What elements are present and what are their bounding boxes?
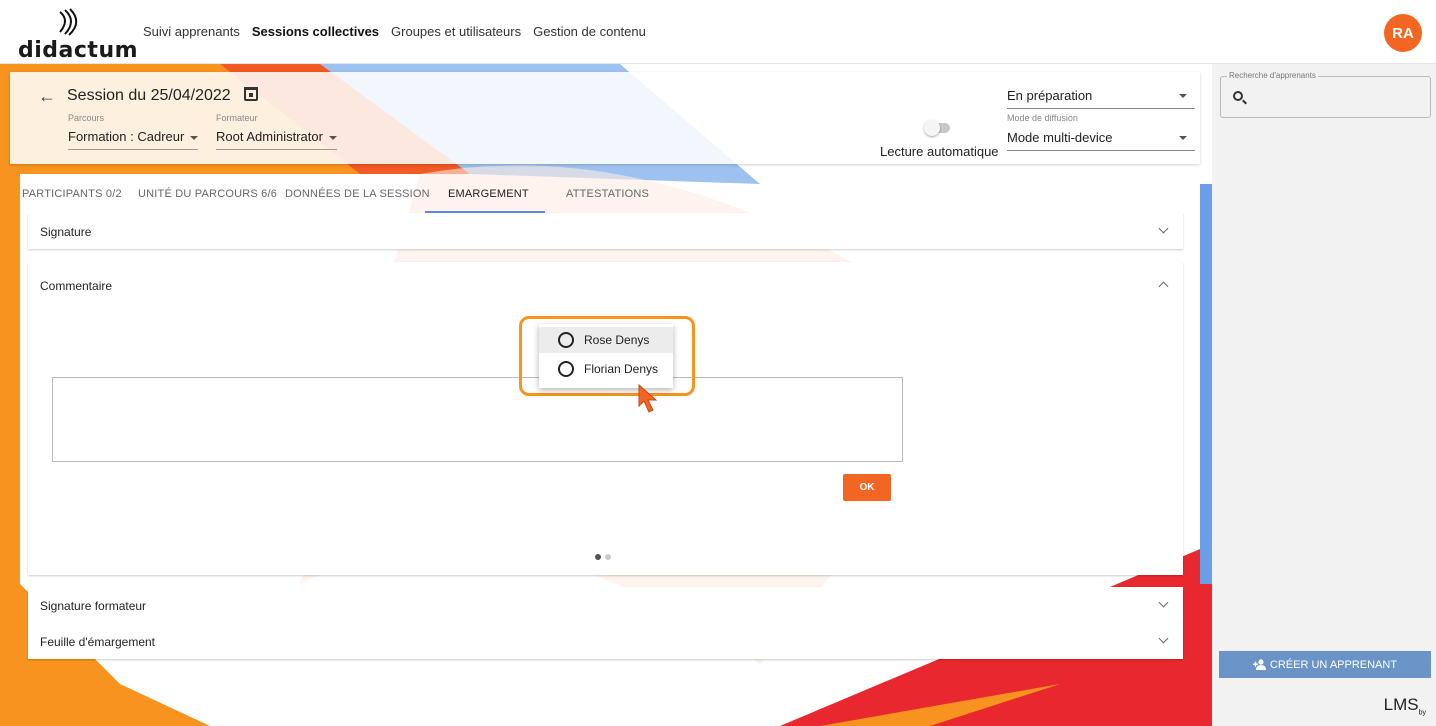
diffusion-value: Mode multi-device [1007, 130, 1113, 145]
add-person-icon [1252, 659, 1266, 670]
radio-unchecked-icon[interactable] [558, 332, 574, 348]
tab-donnees-session[interactable]: DONNÉES DE LA SESSION [285, 188, 430, 200]
comment-textarea[interactable] [52, 377, 903, 462]
tab-emargement[interactable]: EMARGEMENT [448, 188, 529, 200]
chevron-down-icon[interactable] [1158, 597, 1169, 608]
chevron-down-icon[interactable] [1158, 633, 1169, 644]
lms-brand: LMSby [1384, 695, 1426, 716]
diffusion-select[interactable]: Mode multi-device [1007, 130, 1195, 151]
feuille-emargement-title: Feuille d'émargement [40, 635, 156, 649]
session-header-card: ← Session du 25/04/2022 Parcours Formati… [10, 72, 1200, 164]
didactum-logo[interactable]: didactum [18, 6, 138, 63]
nav-sessions-collectives[interactable]: Sessions collectives [252, 24, 379, 39]
auto-play-label: Lecture automatique [880, 144, 999, 159]
status-select[interactable]: En préparation [1007, 88, 1195, 109]
tab-unite-parcours[interactable]: UNITÉ DU PARCOURS 6/6 [138, 188, 277, 200]
ok-button[interactable]: OK [843, 474, 891, 501]
search-label: Recherche d'apprenants [1227, 71, 1318, 80]
radio-unchecked-icon[interactable] [558, 361, 574, 377]
signature-formateur-title: Signature formateur [40, 599, 147, 613]
nav-gestion-contenu[interactable]: Gestion de contenu [533, 24, 646, 39]
chevron-down-icon [190, 135, 199, 140]
signature-formateur-panel[interactable]: Signature formateur [28, 587, 1183, 623]
signature-panel[interactable]: Signature [28, 213, 1183, 249]
commentaire-panel: Commentaire OK [28, 262, 1183, 575]
participant-option-rose[interactable]: Rose Denys [539, 327, 673, 353]
calendar-icon[interactable] [244, 87, 258, 101]
carousel-dots [595, 554, 611, 560]
parcours-value: Formation : Cadreur [68, 129, 185, 144]
brand-name: didactum [18, 38, 139, 63]
status-value: En préparation [1007, 88, 1093, 103]
nav-suivi-apprenants[interactable]: Suivi apprenants [143, 24, 240, 39]
right-sidebar: Recherche d'apprenants CRÉER UN APPRENAN… [1212, 64, 1436, 726]
signature-panel-title: Signature [40, 225, 92, 239]
carousel-dot[interactable] [605, 554, 611, 560]
commentaire-panel-title: Commentaire [40, 279, 113, 293]
main-nav: Suivi apprenants Sessions collectives Gr… [143, 24, 646, 39]
auto-play-toggle[interactable] [924, 120, 950, 136]
search-icon [1233, 91, 1243, 101]
session-tabs: PARTICIPANTS 0/2 UNITÉ DU PARCOURS 6/6 D… [10, 180, 1200, 213]
create-learner-button[interactable]: CRÉER UN APPRENANT [1219, 651, 1431, 678]
participant-option-label: Florian Denys [584, 362, 659, 376]
participant-option-florian[interactable]: Florian Denys [539, 356, 673, 382]
top-bar: didactum Suivi apprenants Sessions colle… [0, 0, 1436, 64]
back-arrow-icon[interactable]: ← [38, 86, 56, 107]
formateur-label: Formateur [216, 113, 258, 123]
chevron-up-icon[interactable] [1158, 281, 1169, 292]
formateur-select[interactable]: Root Administrator [216, 129, 337, 150]
carousel-dot-active[interactable] [595, 554, 601, 560]
chevron-down-icon [1179, 136, 1187, 140]
diffusion-label: Mode de diffusion [1007, 113, 1078, 123]
lms-label: LMS [1383, 694, 1419, 714]
tab-attestations[interactable]: ATTESTATIONS [566, 188, 649, 200]
chevron-down-icon [328, 135, 337, 140]
session-title: Session du 25/04/2022 [67, 87, 231, 104]
create-learner-label: CRÉER UN APPRENANT [1269, 658, 1398, 671]
learner-search-field[interactable]: Recherche d'apprenants [1220, 71, 1431, 118]
chevron-down-icon [1179, 94, 1187, 98]
feuille-emargement-panel[interactable]: Feuille d'émargement [28, 623, 1183, 659]
participant-select-popup: Rose Denys Florian Denys [539, 324, 673, 388]
parcours-label: Parcours [68, 113, 105, 123]
formateur-value: Root Administrator [216, 129, 323, 144]
tab-participants[interactable]: PARTICIPANTS 0/2 [22, 188, 122, 200]
chevron-down-icon[interactable] [1158, 223, 1169, 234]
toggle-knob [924, 120, 940, 136]
participant-option-label: Rose Denys [584, 333, 650, 347]
nav-groupes-utilisateurs[interactable]: Groupes et utilisateurs [391, 24, 521, 39]
lms-by-label: by [1418, 709, 1426, 716]
logo-wave-icon [59, 8, 78, 36]
parcours-select[interactable]: Formation : Cadreur [68, 129, 199, 150]
mouse-cursor-icon [638, 384, 658, 413]
user-avatar[interactable]: RA [1384, 14, 1422, 52]
